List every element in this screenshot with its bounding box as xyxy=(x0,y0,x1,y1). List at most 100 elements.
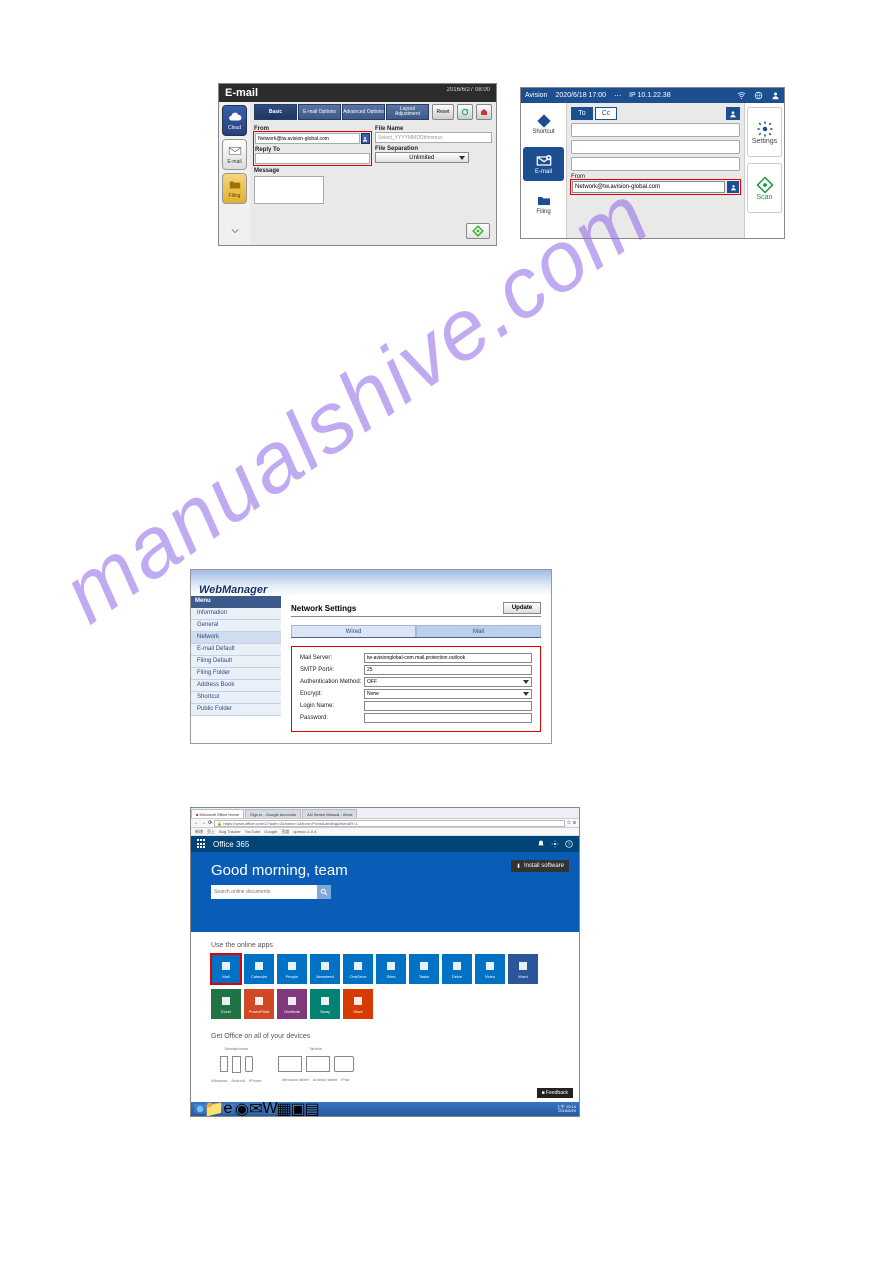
app-mail[interactable]: Mail xyxy=(211,954,241,984)
bookmark-6[interactable]: 百度 xyxy=(281,829,289,835)
menu-email-default[interactable]: E-mail Default xyxy=(191,644,281,656)
tab-basic[interactable]: Basic xyxy=(254,104,297,120)
menu-shortcut[interactable]: Shortcut xyxy=(191,692,281,704)
start-scan-button[interactable] xyxy=(466,223,490,239)
app-video[interactable]: Video xyxy=(475,954,505,984)
menu-network[interactable]: Network xyxy=(191,632,281,644)
back-icon[interactable]: ← xyxy=(194,820,199,826)
tab-mail[interactable]: Mail xyxy=(416,625,541,637)
update-button[interactable]: Update xyxy=(503,602,541,614)
reload-icon[interactable]: ⟳ xyxy=(208,820,212,826)
phone-android-icon[interactable] xyxy=(232,1056,241,1073)
replyto-field[interactable] xyxy=(255,153,370,164)
from-field[interactable]: Network@tw.avision-global.com xyxy=(255,133,360,144)
app-launcher-icon[interactable] xyxy=(197,839,207,849)
word-icon[interactable]: W xyxy=(264,1104,276,1114)
refresh-icon[interactable] xyxy=(457,104,473,120)
star-icon[interactable]: ☆ xyxy=(567,820,571,826)
install-software-button[interactable]: ⬇Install software xyxy=(511,860,569,872)
feedback-button[interactable]: ■ Feedback xyxy=(537,1088,573,1098)
app-word[interactable]: Word xyxy=(508,954,538,984)
recipient-field-2[interactable] xyxy=(571,140,740,154)
settings-icon[interactable] xyxy=(551,840,559,848)
bookmark-5[interactable]: Google xyxy=(264,829,277,834)
ie-icon[interactable]: e xyxy=(222,1104,234,1114)
settings-button[interactable]: Settings xyxy=(747,107,782,157)
browser-tab-1[interactable]: ■ Microsoft Office Home xyxy=(191,809,244,818)
sidebar-cloud-button[interactable]: Cloud xyxy=(222,105,247,136)
filesep-dropdown[interactable]: Unlimited xyxy=(375,152,469,163)
explorer-icon[interactable]: 📁 xyxy=(208,1104,220,1114)
tab-wired[interactable]: Wired xyxy=(291,625,416,637)
menu-information[interactable]: Information xyxy=(191,608,281,620)
menu-icon[interactable]: ≡ xyxy=(573,820,576,826)
search-box[interactable] xyxy=(211,885,331,899)
email-button[interactable]: E-mail xyxy=(523,147,564,181)
app-delve[interactable]: Delve xyxy=(442,954,472,984)
clock[interactable]: 上午 10:14 2016/6/29 xyxy=(557,1105,576,1113)
bookmark-4[interactable]: YouTube xyxy=(245,829,261,834)
tab-advanced-options[interactable]: Advanced Options xyxy=(342,104,385,120)
bookmark-2[interactable]: 売上 xyxy=(207,829,215,835)
notifications-icon[interactable] xyxy=(537,840,545,848)
encrypt-select[interactable]: None xyxy=(364,689,532,699)
menu-filing-default[interactable]: Filing Default xyxy=(191,656,281,668)
tablet-android-icon[interactable] xyxy=(306,1056,330,1072)
message-field[interactable] xyxy=(254,176,324,204)
recipient-field-1[interactable] xyxy=(571,123,740,137)
browser-tab-3[interactable]: AN Series Manual - Word xyxy=(302,809,357,818)
scan-button[interactable]: Scan xyxy=(747,163,782,213)
app-tasks[interactable]: Tasks xyxy=(409,954,439,984)
cc-tab[interactable]: Cc xyxy=(595,107,617,120)
forward-icon[interactable]: → xyxy=(201,820,206,826)
sidebar-email-button[interactable]: E-mail xyxy=(222,139,247,170)
addressbook-icon[interactable] xyxy=(361,133,370,144)
chrome-icon[interactable]: ◉ xyxy=(236,1104,248,1114)
app-sway[interactable]: Sway xyxy=(310,989,340,1019)
tab-layout-adjustment[interactable]: Layout Adjustment xyxy=(386,104,429,120)
auth-select[interactable]: OFF xyxy=(364,677,532,687)
app-onedrive[interactable]: OneDrive xyxy=(343,954,373,984)
from-field[interactable]: Network@tw.avision-global.com xyxy=(572,181,725,193)
url-bar[interactable]: 🔒 https://www.office.com/1/?auth=2&home=… xyxy=(214,820,564,827)
user-icon[interactable] xyxy=(771,91,780,100)
help-icon[interactable]: ? xyxy=(565,840,573,848)
menu-filing-folder[interactable]: Filing Folder xyxy=(191,668,281,680)
bookmark-7[interactable]: opencc-1.0.4 xyxy=(293,829,316,834)
filename-field[interactable]: Select_YYYYMMDDhhmmss xyxy=(375,132,492,143)
addressbook-button[interactable] xyxy=(726,107,740,120)
password-input[interactable] xyxy=(364,713,532,723)
app-store[interactable]: Store xyxy=(343,989,373,1019)
app-icon-2[interactable]: ▣ xyxy=(292,1104,304,1114)
smtpport-input[interactable]: 25 xyxy=(364,665,532,675)
recipient-field-3[interactable] xyxy=(571,157,740,171)
browser-tab-2[interactable]: Sign in - Google Accounts xyxy=(245,809,301,818)
search-input[interactable] xyxy=(211,889,317,895)
app-newsfeed[interactable]: Newsfeed xyxy=(310,954,340,984)
to-tab[interactable]: To xyxy=(571,107,593,120)
search-icon[interactable] xyxy=(317,885,331,899)
reset-button[interactable]: Reset xyxy=(432,104,454,120)
app-excel[interactable]: Excel xyxy=(211,989,241,1019)
menu-general[interactable]: General xyxy=(191,620,281,632)
login-input[interactable] xyxy=(364,701,532,711)
home-icon[interactable] xyxy=(476,104,492,120)
tablet-windows-icon[interactable] xyxy=(278,1056,302,1072)
app-onenote[interactable]: OneNote xyxy=(277,989,307,1019)
app-icon-3[interactable]: ▤ xyxy=(306,1104,318,1114)
filing-button[interactable]: Filing xyxy=(523,187,564,221)
app-icon-1[interactable]: ▦ xyxy=(278,1104,290,1114)
outlook-icon[interactable]: ✉ xyxy=(250,1104,262,1114)
menu-address-book[interactable]: Address Book xyxy=(191,680,281,692)
shortcut-button[interactable]: Shortcut xyxy=(523,107,564,141)
app-people[interactable]: People xyxy=(277,954,307,984)
bookmark-1[interactable]: 新增 xyxy=(195,829,203,835)
sidebar-filing-button[interactable]: Filing xyxy=(222,173,247,204)
mailserver-input[interactable]: tw-avisionglobal-com.mail.protection.out… xyxy=(364,653,532,663)
menu-public-folder[interactable]: Public Folder xyxy=(191,704,281,716)
phone-windows-icon[interactable] xyxy=(220,1056,228,1072)
from-addressbook-button[interactable] xyxy=(727,181,739,193)
app-sites[interactable]: Sites xyxy=(376,954,406,984)
bookmark-3[interactable]: Bug Tracker xyxy=(219,829,241,834)
app-powerpoint[interactable]: PowerPoint xyxy=(244,989,274,1019)
